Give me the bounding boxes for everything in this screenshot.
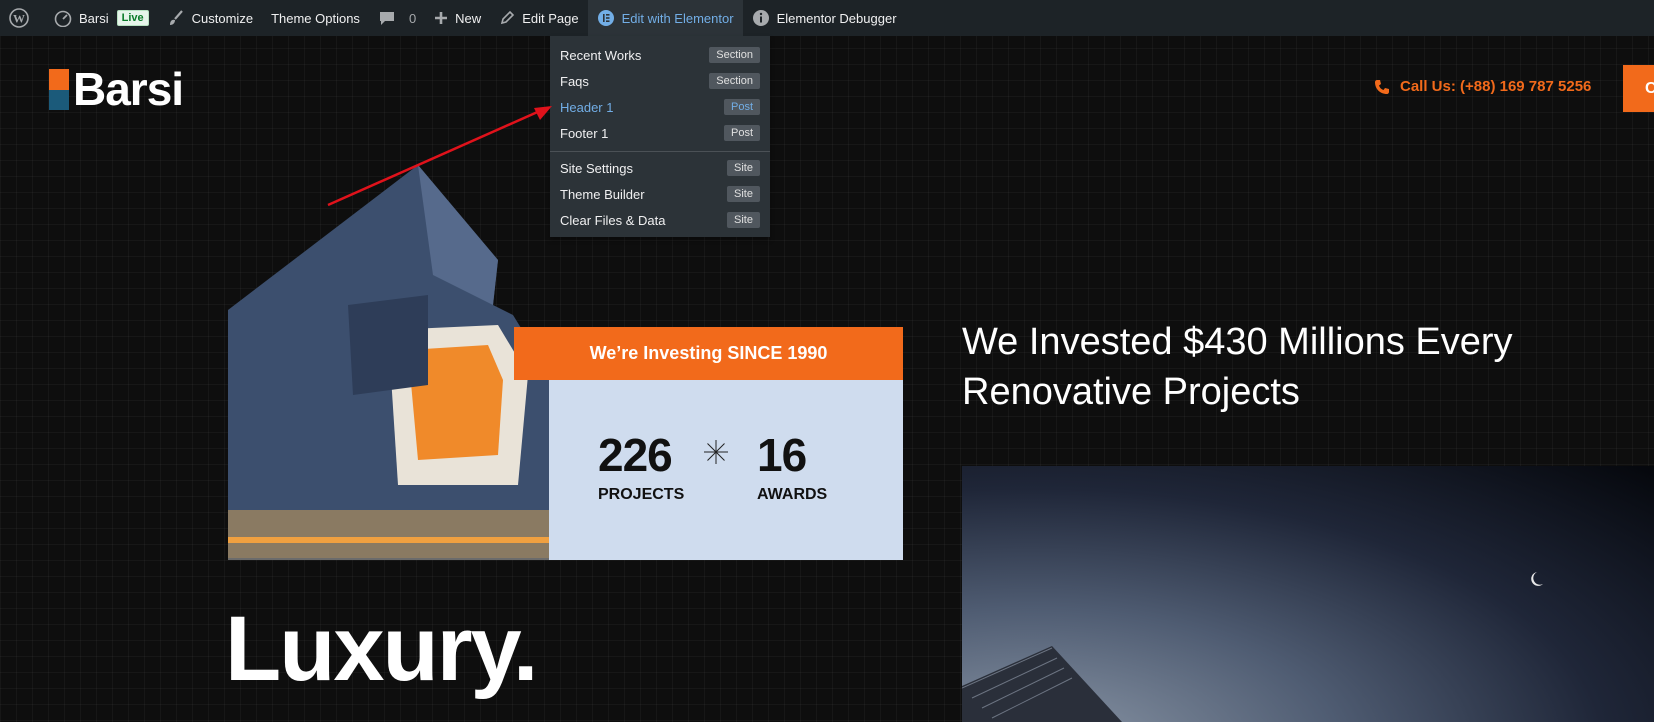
elementor-icon [597,10,614,26]
site-logo[interactable]: Barsi [49,63,184,115]
svg-text:W: W [13,12,25,26]
stat-projects: 226 PROJECTS [598,432,684,504]
dropdown-item-label: Faqs [560,73,589,89]
dropdown-item-tag: Post [723,99,760,115]
dropdown-item-tag: Section [709,47,760,63]
stat-awards: 16 AWARDS [757,432,827,504]
live-badge: Live [116,10,149,26]
paintbrush-icon [169,10,183,25]
edit-page-link[interactable]: Edit Page [490,0,587,36]
moon-icon [1531,572,1543,586]
dropdown-item-tag: Site [727,186,760,202]
elementor-dropdown-menu: Recent Works Section Faqs Section Header… [550,36,770,237]
hero-headline-line-2: Renovative Projects [962,371,1300,413]
site-name-menu[interactable]: Barsi Live [45,0,158,36]
hero-headline: We Invested $430 Millions Every Renovati… [962,317,1642,417]
dropdown-item-label: Clear Files & Data [560,212,666,228]
site-name: Barsi [79,10,109,26]
investing-since-banner: We’re Investing SINCE 1990 [514,327,903,380]
wordpress-logo-menu[interactable]: W [0,0,45,36]
hero-headline-line-1: We Invested $430 Millions Every [962,321,1513,363]
comments-count: 0 [408,10,417,26]
dropdown-item-clear-files[interactable]: Clear Files & Data Site [550,207,770,233]
stat-awards-label: AWARDS [757,486,828,503]
dropdown-item-label: Recent Works [560,47,642,63]
elementor-debugger-menu[interactable]: Elementor Debugger [743,0,906,36]
theme-options-link[interactable]: Theme Options [262,0,369,36]
new-label: New [455,10,482,26]
dropdown-item-tag: Section [709,73,760,89]
logo-text: Barsi [73,63,184,115]
dropdown-item-footer-1[interactable]: Footer 1 Post [550,120,770,146]
dropdown-item-recent-works[interactable]: Recent Works Section [550,42,770,68]
theme-options-label: Theme Options [271,10,360,26]
plus-icon [435,12,448,24]
dropdown-item-tag: Post [723,125,760,141]
edit-page-label: Edit Page [522,10,579,26]
dropdown-item-label: Footer 1 [560,125,609,141]
wordpress-icon: W [9,8,29,28]
stat-projects-number: 226 [598,429,673,481]
header-cta-button[interactable]: C [1623,65,1654,112]
dropdown-divider [550,151,770,152]
elementor-debugger-label: Elementor Debugger [776,10,897,26]
red-annotation-arrow [327,106,552,207]
stats-card: 226 PROJECTS 16 AWARDS [549,380,903,560]
comment-icon [379,12,394,25]
dropdown-item-label: Site Settings [560,160,633,176]
customize-label: Customize [191,10,254,26]
logo-mark-icon [49,68,69,110]
phone-icon [1375,79,1389,94]
call-us-link[interactable]: Call Us: (+88) 169 787 5256 [1374,78,1591,95]
customize-link[interactable]: Customize [158,0,262,36]
dropdown-item-label: Header 1 [560,99,614,115]
info-icon [752,10,769,26]
building-image [228,165,550,560]
edit-with-elementor-label: Edit with Elementor [621,10,734,26]
roof-silhouette [962,572,1543,722]
sparkle-divider-icon [704,440,728,464]
dropdown-item-label: Theme Builder [560,186,645,202]
dropdown-item-tag: Site [727,212,760,228]
luxury-heading: Luxury. [225,598,538,700]
admin-bar: W Barsi Live Customize Theme Options 0 N… [0,0,1654,36]
dropdown-item-header-1[interactable]: Header 1 Post [550,94,770,120]
stat-projects-label: PROJECTS [598,486,685,503]
dashboard-icon [54,10,72,27]
dropdown-item-site-settings[interactable]: Site Settings Site [550,155,770,181]
edit-with-elementor-menu[interactable]: Edit with Elementor [587,0,743,36]
dropdown-item-tag: Site [727,160,760,176]
call-us-text: Call Us: (+88) 169 787 5256 [1400,78,1592,95]
dropdown-item-theme-builder[interactable]: Theme Builder Site [550,181,770,207]
pencil-icon [501,10,515,25]
architecture-photo [962,466,1654,722]
comments-link[interactable]: 0 [369,0,425,36]
stat-awards-number: 16 [757,429,807,481]
dropdown-item-faqs[interactable]: Faqs Section [550,68,770,94]
new-content-menu[interactable]: New [425,0,490,36]
